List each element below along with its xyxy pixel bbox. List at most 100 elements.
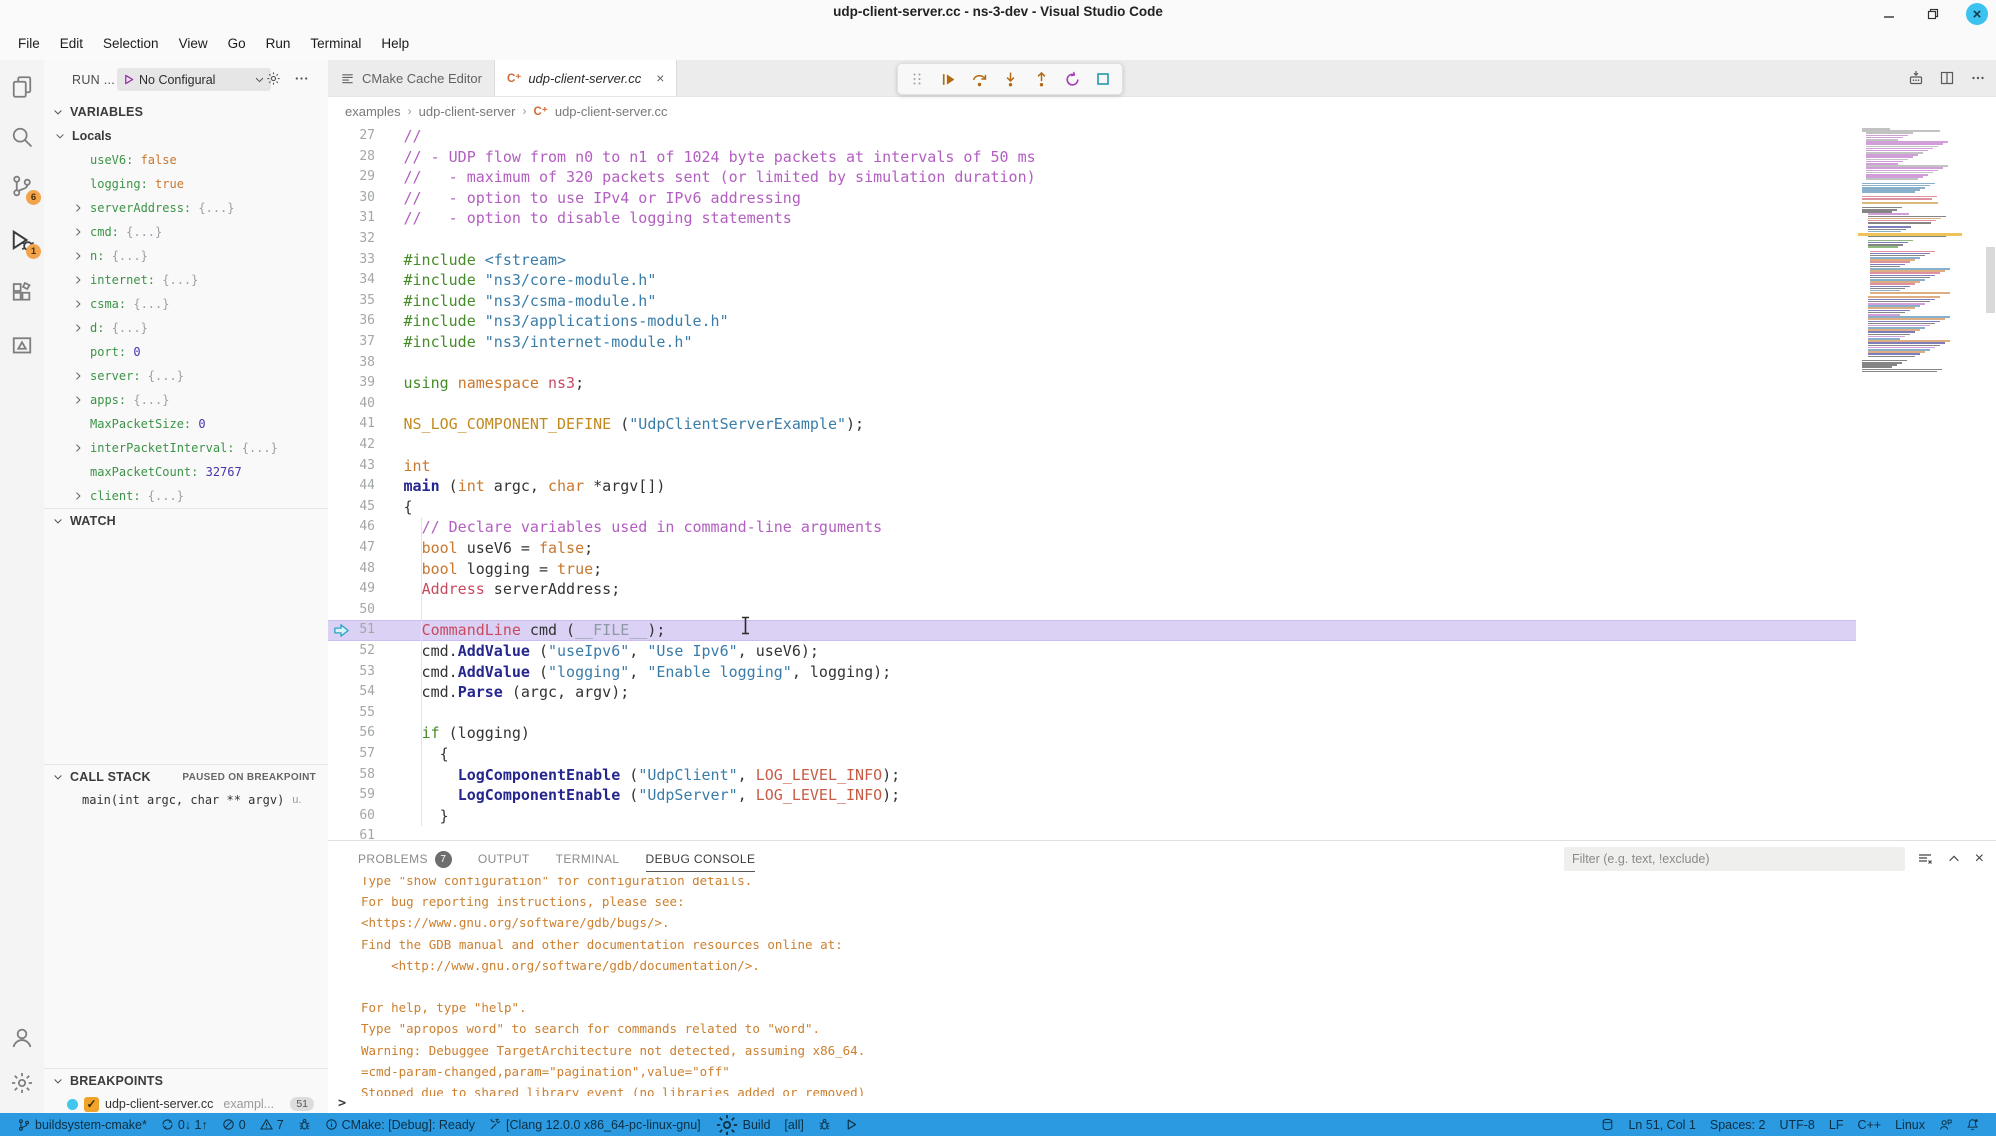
chevron-right-icon[interactable] xyxy=(72,394,84,406)
panel-tab-debug-console[interactable]: DEBUG CONSOLE xyxy=(646,841,756,877)
console-filter-input[interactable] xyxy=(1564,847,1905,871)
code-line-37[interactable]: 37#include "ns3/internet-module.h" xyxy=(328,332,1996,353)
menu-item-file[interactable]: File xyxy=(8,31,50,56)
variable-row-useV6[interactable]: useV6: false xyxy=(44,148,328,172)
line-number[interactable]: 53 xyxy=(328,662,375,683)
code-line-28[interactable]: 28// - UDP flow from n0 to n1 of 1024 by… xyxy=(328,147,1996,168)
breakpoint-row[interactable]: ✓udp-client-server.ccexampl...51 xyxy=(44,1093,328,1113)
breadcrumb-item[interactable]: udp-client-server xyxy=(419,104,516,119)
line-number[interactable]: 43 xyxy=(328,456,375,477)
code-line-57[interactable]: 57 { xyxy=(328,744,1996,765)
activity-item-settings[interactable] xyxy=(6,1067,38,1099)
code-line-50[interactable]: 50 xyxy=(328,600,1996,621)
chevron-right-icon[interactable] xyxy=(72,442,84,454)
code-line-45[interactable]: 45{ xyxy=(328,497,1996,518)
activity-item-source-control[interactable]: 6 xyxy=(6,170,38,202)
line-number[interactable]: 60 xyxy=(328,806,375,827)
code-line-54[interactable]: 54 cmd.Parse (argc, argv); xyxy=(328,682,1996,703)
code-line-44[interactable]: 44main (int argc, char *argv[]) xyxy=(328,476,1996,497)
status-item-errors[interactable]: 0 xyxy=(215,1118,253,1132)
variable-row-internet[interactable]: internet: {...} xyxy=(44,268,328,292)
code-line-47[interactable]: 47 bool useV6 = false; xyxy=(328,538,1996,559)
chevron-right-icon[interactable] xyxy=(72,298,84,310)
code-line-42[interactable]: 42 xyxy=(328,435,1996,456)
watch-section-header[interactable]: WATCH xyxy=(44,508,328,533)
code-line-38[interactable]: 38 xyxy=(328,353,1996,374)
line-number[interactable]: 33 xyxy=(328,250,375,271)
breadcrumb-item[interactable]: udp-client-server.cc xyxy=(555,104,668,119)
line-number[interactable]: 44 xyxy=(328,476,375,497)
line-number[interactable]: 29 xyxy=(328,167,375,188)
variable-row-port[interactable]: port: 0 xyxy=(44,340,328,364)
call-stack-section-header[interactable]: CALL STACKPAUSED ON BREAKPOINT xyxy=(44,764,328,789)
collapse-panel-icon[interactable] xyxy=(1947,852,1961,866)
panel-tab-terminal[interactable]: TERMINAL xyxy=(556,841,620,877)
code-line-49[interactable]: 49 Address serverAddress; xyxy=(328,579,1996,600)
line-number[interactable]: 37 xyxy=(328,332,375,353)
debug-settings-gear-icon[interactable] xyxy=(266,71,281,86)
variable-row-cmd[interactable]: cmd: {...} xyxy=(44,220,328,244)
line-number[interactable]: 55 xyxy=(328,703,375,724)
code-line-48[interactable]: 48 bool logging = true; xyxy=(328,559,1996,580)
menu-item-terminal[interactable]: Terminal xyxy=(300,31,371,56)
variable-row-maxPacketCount[interactable]: maxPacketCount: 32767 xyxy=(44,460,328,484)
line-number[interactable]: 52 xyxy=(328,641,375,662)
code-line-31[interactable]: 31// - option to disable logging stateme… xyxy=(328,208,1996,229)
activity-item-search[interactable] xyxy=(6,121,38,153)
code-line-56[interactable]: 56 if (logging) xyxy=(328,723,1996,744)
debug-config-dropdown[interactable]: No Configural xyxy=(117,68,271,91)
menu-item-go[interactable]: Go xyxy=(218,31,256,56)
more-actions-icon[interactable] xyxy=(1970,70,1986,86)
code-line-32[interactable]: 32 xyxy=(328,229,1996,250)
code-editor[interactable]: 27//28// - UDP flow from n0 to n1 of 102… xyxy=(328,126,1996,840)
call-stack-frame[interactable]: main(int argc, char ** argv)u. xyxy=(44,788,328,812)
status-item-sync[interactable]: 0↓ 1↑ xyxy=(154,1118,215,1132)
activity-item-accounts[interactable] xyxy=(6,1022,38,1054)
chevron-right-icon[interactable] xyxy=(72,250,84,262)
chevron-right-icon[interactable] xyxy=(72,226,84,238)
line-number[interactable]: 32 xyxy=(328,229,375,250)
code-line-35[interactable]: 35#include "ns3/csma-module.h" xyxy=(328,291,1996,312)
step-into-button[interactable] xyxy=(999,68,1021,90)
line-number[interactable]: 48 xyxy=(328,559,375,580)
continue-button[interactable] xyxy=(937,68,959,90)
variable-row-server[interactable]: server: {...} xyxy=(44,364,328,388)
line-number[interactable]: 40 xyxy=(328,394,375,415)
status-item-branch[interactable]: buildsystem-cmake* xyxy=(10,1118,154,1132)
activity-item-run-and-debug[interactable]: 1 xyxy=(6,224,38,256)
status-item-feedback[interactable] xyxy=(1932,1118,1959,1131)
close-button[interactable]: × xyxy=(1966,3,1988,25)
menu-item-selection[interactable]: Selection xyxy=(93,31,169,56)
code-line-41[interactable]: 41NS_LOG_COMPONENT_DEFINE ("UdpClientSer… xyxy=(328,414,1996,435)
menu-item-help[interactable]: Help xyxy=(371,31,419,56)
line-number[interactable]: 39 xyxy=(328,373,375,394)
chevron-right-icon[interactable] xyxy=(72,322,84,334)
line-number[interactable]: 41 xyxy=(328,414,375,435)
status-item-encoding[interactable]: UTF-8 xyxy=(1772,1118,1821,1132)
restore-button[interactable] xyxy=(1922,3,1944,25)
panel-tab-problems[interactable]: PROBLEMS7 xyxy=(358,841,452,877)
variable-row-n[interactable]: n: {...} xyxy=(44,244,328,268)
step-out-button[interactable] xyxy=(1030,68,1052,90)
minimap[interactable] xyxy=(1862,128,1958,373)
step-over-button[interactable] xyxy=(968,68,990,90)
status-item-cursor-position[interactable]: Ln 51, Col 1 xyxy=(1621,1118,1702,1132)
panel-tab-output[interactable]: OUTPUT xyxy=(478,841,530,877)
line-number[interactable]: 56 xyxy=(328,723,375,744)
close-tab-icon[interactable]: × xyxy=(656,70,664,86)
line-number[interactable]: 36 xyxy=(328,311,375,332)
line-number[interactable]: 38 xyxy=(328,353,375,374)
chevron-right-icon[interactable] xyxy=(72,490,84,502)
status-item-kit[interactable]: [Clang 12.0.0 x86_64-pc-linux-gnu] xyxy=(482,1118,708,1132)
code-line-39[interactable]: 39using namespace ns3; xyxy=(328,373,1996,394)
line-number[interactable]: 59 xyxy=(328,785,375,806)
status-item-build-target[interactable]: [all] xyxy=(777,1118,810,1132)
editor-scrollbar[interactable] xyxy=(1986,247,1995,313)
variable-row-csma[interactable]: csma: {...} xyxy=(44,292,328,316)
status-item-debug-session[interactable] xyxy=(291,1118,318,1131)
minimize-button[interactable] xyxy=(1878,3,1900,25)
status-item-cmake-status[interactable]: CMake: [Debug]: Ready xyxy=(318,1118,482,1132)
chevron-down-icon[interactable] xyxy=(254,74,265,85)
line-number[interactable]: 45 xyxy=(328,497,375,518)
status-item-remote[interactable] xyxy=(1594,1118,1621,1131)
